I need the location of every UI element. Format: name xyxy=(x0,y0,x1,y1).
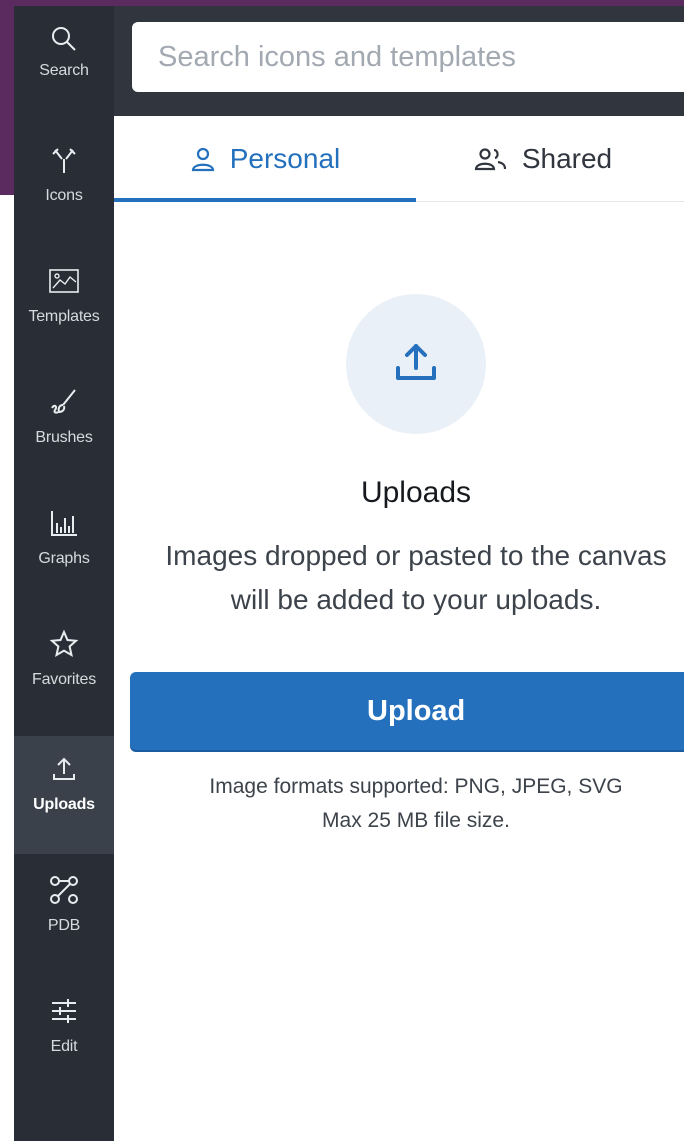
rail-item-label: Search xyxy=(39,62,89,79)
rail-item-brushes[interactable]: Brushes xyxy=(14,369,114,487)
rail-item-graphs[interactable]: Graphs xyxy=(14,490,114,608)
rail-item-label: Uploads xyxy=(33,796,95,813)
rail-item-favorites[interactable]: Favorites xyxy=(14,611,114,729)
tab-personal-label: Personal xyxy=(229,143,341,174)
search-input[interactable] xyxy=(132,22,684,92)
upload-button[interactable]: Upload xyxy=(130,672,684,750)
icons-icon xyxy=(47,143,81,177)
rail-item-edit[interactable]: Edit xyxy=(14,978,114,1096)
search-bar-container xyxy=(114,6,684,116)
active-tab-indicator xyxy=(114,198,416,202)
rail-item-templates[interactable]: Templates xyxy=(14,248,114,366)
star-icon xyxy=(47,627,81,661)
rail-item-label: Icons xyxy=(45,187,83,204)
rail-item-uploads[interactable]: Uploads xyxy=(14,736,114,854)
rail-item-pdb[interactable]: PDB xyxy=(14,857,114,975)
rail-item-label: Brushes xyxy=(35,429,93,446)
uploads-description: Images dropped or pasted to the canvas w… xyxy=(165,540,667,615)
rail-item-icons[interactable]: Icons xyxy=(14,127,114,245)
upload-icon xyxy=(392,340,440,389)
person-icon xyxy=(190,146,216,172)
templates-icon xyxy=(47,264,81,298)
brush-icon xyxy=(47,385,81,419)
sliders-icon xyxy=(47,994,81,1028)
people-icon xyxy=(474,146,508,172)
rail-item-search[interactable]: Search xyxy=(14,6,114,124)
tab-shared[interactable]: Shared xyxy=(416,116,684,202)
tab-shared-label: Shared xyxy=(521,143,613,174)
search-icon xyxy=(47,22,81,56)
upload-requirements: Image formats supported: PNG, JPEG, SVG … xyxy=(140,770,684,838)
uploads-title: Uploads xyxy=(360,476,472,509)
rail-item-label: PDB xyxy=(47,917,81,934)
upload-icon xyxy=(47,752,81,786)
rail-item-label: Graphs xyxy=(38,550,90,567)
size-note: Max 25 MB file size. xyxy=(322,809,510,832)
tab-bar: Personal Shared xyxy=(114,116,684,202)
upload-illustration xyxy=(346,294,486,434)
tab-personal[interactable]: Personal xyxy=(114,116,416,202)
rail-item-label: Favorites xyxy=(32,671,96,688)
graphs-icon xyxy=(47,506,81,540)
rail-item-label: Templates xyxy=(28,308,100,325)
side-nav-rail: Search Icons Templates Brushes Graphs Fa… xyxy=(14,6,114,1141)
rail-item-label: Edit xyxy=(50,1038,78,1055)
formats-note: Image formats supported: PNG, JPEG, SVG xyxy=(209,775,623,798)
pdb-icon xyxy=(47,873,81,907)
